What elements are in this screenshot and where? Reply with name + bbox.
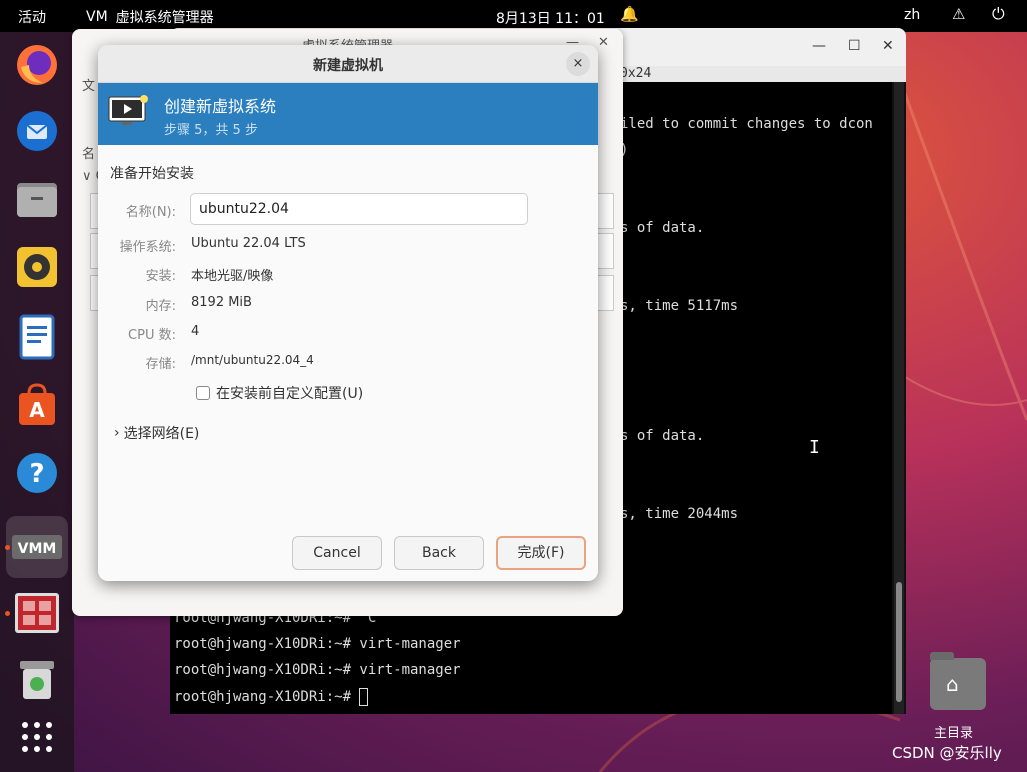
terminal-prompt[interactable]: root@hjwang-X10DRi:~# (174, 688, 369, 706)
svg-text:VMM: VMM (18, 541, 57, 557)
finish-button[interactable]: 完成(F) (496, 536, 586, 570)
install-value: 本地光驱/映像 (191, 269, 274, 284)
wizard-title: 创建新虚拟系统 (164, 97, 277, 116)
help-icon[interactable]: ? (14, 450, 60, 496)
vmm-icon: VM (86, 9, 108, 25)
show-apps-icon[interactable] (14, 714, 60, 760)
cpu-value: 4 (191, 324, 200, 339)
network-label: 选择网络(E) (123, 426, 200, 442)
storage-label: 存储: (145, 357, 176, 372)
text-cursor (359, 688, 369, 706)
software-center-icon[interactable]: A (14, 382, 60, 428)
vm-name-input[interactable] (190, 193, 528, 225)
home-icon: ⌂ (946, 672, 959, 696)
thunderbird-icon[interactable] (14, 108, 60, 154)
section-title: 准备开始安装 (110, 166, 194, 182)
back-button[interactable]: Back (394, 536, 484, 570)
svg-text:A: A (29, 398, 45, 422)
os-label: 操作系统: (119, 240, 176, 255)
terminal-scrollbar[interactable] (894, 82, 904, 714)
new-vm-icon (108, 95, 148, 125)
dock: A ? VMM (0, 32, 74, 772)
install-label: 安装: (145, 269, 176, 284)
files-icon[interactable] (14, 176, 60, 222)
storage-value: /mnt/ubuntu22.04_4 (191, 353, 314, 367)
svg-text:?: ? (29, 459, 44, 489)
memory-label: 内存: (145, 299, 176, 314)
trash-icon[interactable] (14, 656, 60, 702)
maximize-icon[interactable]: ☐ (848, 38, 861, 54)
new-vm-dialog: 新建虚拟机 × 创建新虚拟系统 步骤 5，共 5 步 准备开始安装 名称(N):… (98, 45, 598, 581)
watermark: CSDN @安乐lly (892, 744, 1002, 762)
chevron-right-icon: › (114, 425, 120, 441)
notification-bell-icon[interactable]: 🔔 (620, 5, 639, 23)
app-menu[interactable]: VM 虚拟系统管理器 (86, 7, 214, 27)
clock[interactable]: 8月13日 11：01 (496, 8, 605, 28)
terminal-line: s of data. (620, 220, 705, 236)
os-value: Ubuntu 22.04 LTS (191, 236, 306, 251)
terminal-line: iled to commit changes to dcon (620, 116, 873, 132)
wizard-banner: 创建新虚拟系统 步骤 5，共 5 步 (98, 83, 598, 145)
terminal-line: s, time 5117ms (620, 298, 739, 314)
activities-button[interactable]: 活动 (18, 7, 46, 27)
home-folder-icon: ⌂ (930, 652, 986, 710)
network-icon[interactable]: ⚠ (952, 5, 965, 23)
customize-checkbox[interactable] (196, 386, 210, 400)
app-name: 虚拟系统管理器 (115, 10, 214, 26)
scrollbar-thumb[interactable] (896, 582, 902, 702)
cancel-button[interactable]: Cancel (292, 536, 382, 570)
terminal-line: s, time 2044ms (620, 506, 739, 522)
customize-label: 在安装前自定义配置(U) (216, 386, 364, 402)
power-icon[interactable]: ⏻ (992, 4, 1005, 24)
close-icon[interactable]: ✕ (598, 35, 609, 50)
name-label: 名称(N): (125, 205, 176, 220)
firefox-icon[interactable] (14, 42, 60, 88)
close-icon[interactable]: ✕ (882, 38, 894, 54)
terminal-line: root@hjwang-X10DRi:~# virt-manager (174, 662, 461, 678)
terminal-prompt-text: root@hjwang-X10DRi:~# (174, 689, 360, 705)
terminal-line: s of data. (620, 428, 705, 444)
home-label: 主目录 (934, 726, 974, 741)
cpu-label: CPU 数: (128, 328, 176, 343)
terminal-line: root@hjwang-X10DRi:~# virt-manager (174, 636, 461, 652)
wizard-step: 步骤 5，共 5 步 (164, 123, 258, 138)
terminal-title: 0x24 (620, 66, 652, 81)
close-icon[interactable]: × (566, 52, 590, 76)
virt-manager-dock-icon[interactable]: VMM (6, 516, 68, 578)
menu-file[interactable]: 文 (82, 75, 95, 94)
customize-checkbox-row[interactable]: 在安装前自定义配置(U) (196, 383, 363, 403)
dialog-title: 新建虚拟机 (313, 58, 383, 74)
input-language[interactable]: zh (904, 7, 920, 23)
minimize-icon[interactable]: — (812, 38, 826, 54)
terminal-dock-icon[interactable] (14, 590, 60, 636)
running-indicator (5, 611, 10, 616)
memory-value: 8192 MiB (191, 295, 252, 310)
dialog-header: 新建虚拟机 × (98, 45, 598, 83)
network-expander[interactable]: › 选择网络(E) (114, 423, 199, 443)
rhythmbox-icon[interactable] (14, 244, 60, 290)
column-name: 名 (82, 147, 96, 162)
libreoffice-writer-icon[interactable] (14, 314, 60, 360)
running-indicator (5, 545, 10, 550)
mouse-ibeam-cursor: I (809, 437, 820, 458)
